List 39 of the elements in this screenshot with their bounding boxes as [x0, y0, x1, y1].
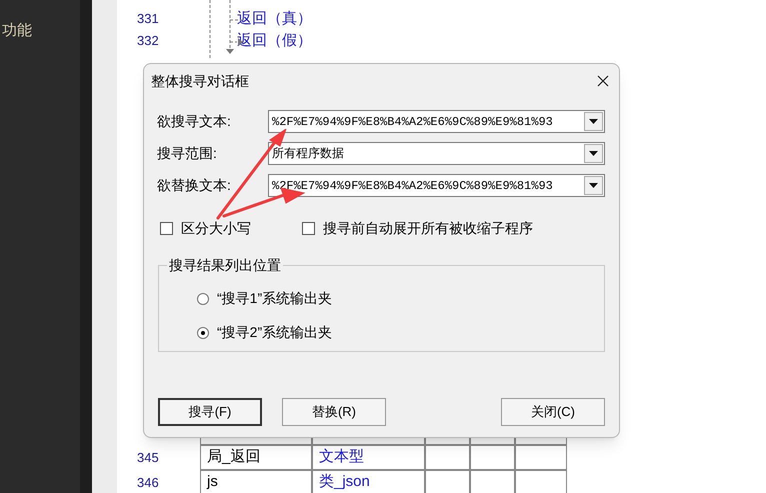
- radio-label: “搜寻2”系统输出夹: [217, 323, 332, 342]
- table-cell: js: [200, 470, 312, 493]
- line-number: 345: [137, 448, 160, 467]
- dialog-button[interactable]: 搜寻(F): [158, 398, 262, 426]
- line-number: 346: [137, 474, 160, 492]
- field-label: 欲替换文本:: [157, 176, 232, 195]
- table-cell: [515, 470, 567, 493]
- dialog-button[interactable]: 替换(R): [282, 398, 386, 426]
- close-icon[interactable]: [597, 75, 609, 87]
- field-label: 搜寻范围:: [157, 144, 218, 163]
- table-cell: [515, 445, 567, 470]
- dropdown-field[interactable]: %2F%E7%94%9F%E8%B4%A2%E6%9C%89%E9%81%93: [268, 174, 605, 197]
- table-cell: 局_返回: [200, 445, 312, 470]
- line-number: 331: [137, 10, 160, 28]
- table-cell: [470, 470, 515, 493]
- checkbox[interactable]: [302, 222, 315, 235]
- group-title: 搜寻结果列出位置: [167, 256, 283, 274]
- caret-icon: [589, 119, 598, 124]
- caret-icon: [589, 151, 598, 156]
- table-cell: 类_json: [312, 470, 425, 493]
- table-cell: [425, 445, 470, 470]
- dropdown-field[interactable]: 所有程序数据: [268, 142, 605, 165]
- radio-label: “搜寻1”系统输出夹: [217, 289, 332, 308]
- table-cell: 文本型: [312, 445, 425, 470]
- radio-button[interactable]: [197, 326, 209, 338]
- checkbox-label: 区分大小写: [181, 219, 251, 238]
- checkbox[interactable]: [160, 222, 173, 235]
- table-cell: [470, 445, 515, 470]
- code-text: 返回（真）: [237, 8, 312, 29]
- dialog-title: 整体搜寻对话框: [151, 72, 249, 90]
- field-label: 欲搜寻文本:: [157, 112, 232, 131]
- sidebar-item[interactable]: 功能: [0, 20, 80, 42]
- table-cell: [425, 470, 470, 493]
- radio-button[interactable]: [197, 292, 209, 304]
- caret-icon: [589, 183, 598, 188]
- dropdown-field[interactable]: %2F%E7%94%9F%E8%B4%A2%E6%9C%89%E9%81%93: [268, 110, 605, 133]
- line-number: 332: [137, 32, 160, 50]
- checkbox-label: 搜寻前自动展开所有被收缩子程序: [323, 219, 533, 238]
- dialog-button[interactable]: 关闭(C): [501, 398, 605, 426]
